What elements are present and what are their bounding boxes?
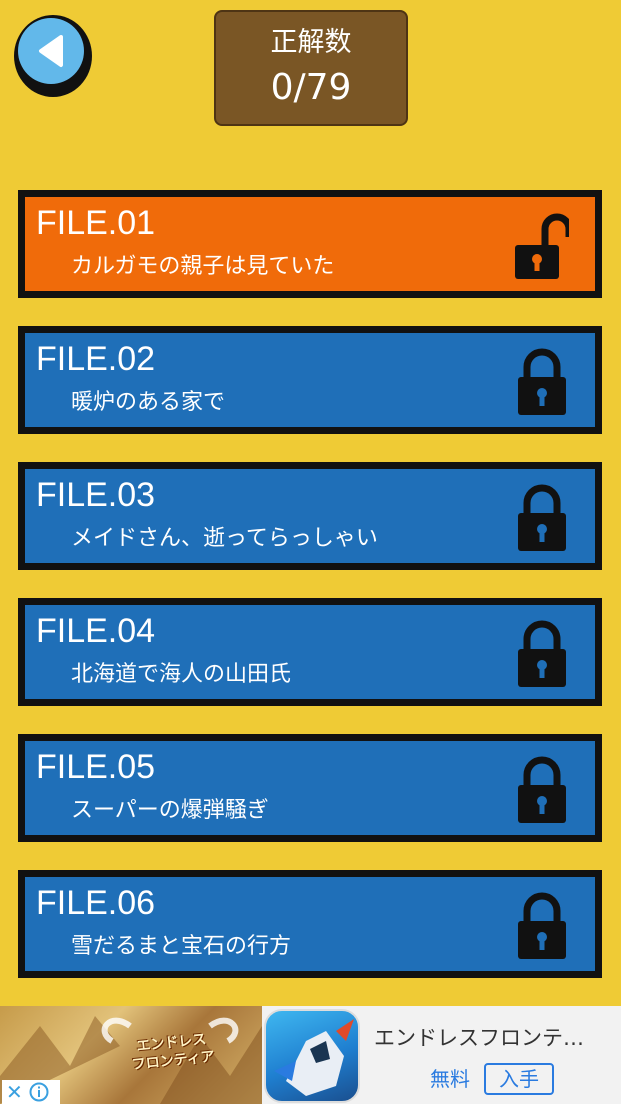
unlocked-padlock-icon	[515, 213, 569, 279]
padlock-icon	[518, 484, 566, 551]
file-item-02[interactable]: FILE.02 暖炉のある家で	[18, 326, 602, 434]
score-value: 0/79	[270, 67, 352, 108]
file-item-05[interactable]: FILE.05 スーパーの爆弾騒ぎ	[18, 734, 602, 842]
score-box: 正解数 0/79	[214, 10, 408, 126]
file-title: スーパーの爆弾騒ぎ	[71, 798, 269, 823]
file-item-06[interactable]: FILE.06 雪だるまと宝石の行方	[18, 870, 602, 978]
ad-artwork[interactable]: エンドレス フロンティア ✕	[0, 1006, 262, 1104]
ad-controls[interactable]: ✕	[2, 1080, 60, 1104]
info-icon[interactable]	[29, 1082, 49, 1102]
triangle-left-icon	[39, 35, 63, 67]
padlock-icon	[518, 756, 566, 823]
ad-price: 無料	[430, 1067, 470, 1091]
file-title: カルガモの親子は見ていた	[71, 254, 335, 279]
file-item-03[interactable]: FILE.03 メイドさん、逝ってらっしゃい	[18, 462, 602, 570]
file-number: FILE.01	[36, 204, 156, 242]
ad-app-icon-image	[274, 1019, 354, 1096]
close-icon[interactable]: ✕	[6, 1080, 23, 1104]
file-number: FILE.02	[36, 340, 156, 378]
file-item-04[interactable]: FILE.04 北海道で海人の山田氏	[18, 598, 602, 706]
ad-title[interactable]: エンドレスフロンテ…	[374, 1024, 584, 1052]
file-title: 雪だるまと宝石の行方	[71, 934, 292, 959]
file-number: FILE.06	[36, 884, 156, 922]
ad-get-button[interactable]: 入手	[484, 1063, 554, 1095]
file-title: メイドさん、逝ってらっしゃい	[71, 526, 378, 551]
file-number: FILE.05	[36, 748, 156, 786]
ad-banner[interactable]: エンドレス フロンティア ✕ エンドレスフロンテ… 無料 入手	[0, 1006, 621, 1104]
file-item-01[interactable]: FILE.01 カルガモの親子は見ていた	[18, 190, 602, 298]
file-title: 北海道で海人の山田氏	[71, 662, 292, 687]
file-number: FILE.04	[36, 612, 156, 650]
file-number: FILE.03	[36, 476, 156, 514]
ad-app-icon[interactable]	[264, 1009, 360, 1103]
padlock-icon	[518, 892, 566, 959]
padlock-icon	[518, 620, 566, 687]
padlock-icon	[518, 348, 566, 415]
file-title: 暖炉のある家で	[71, 390, 226, 415]
score-label: 正解数	[270, 27, 352, 58]
back-button[interactable]	[14, 15, 92, 97]
